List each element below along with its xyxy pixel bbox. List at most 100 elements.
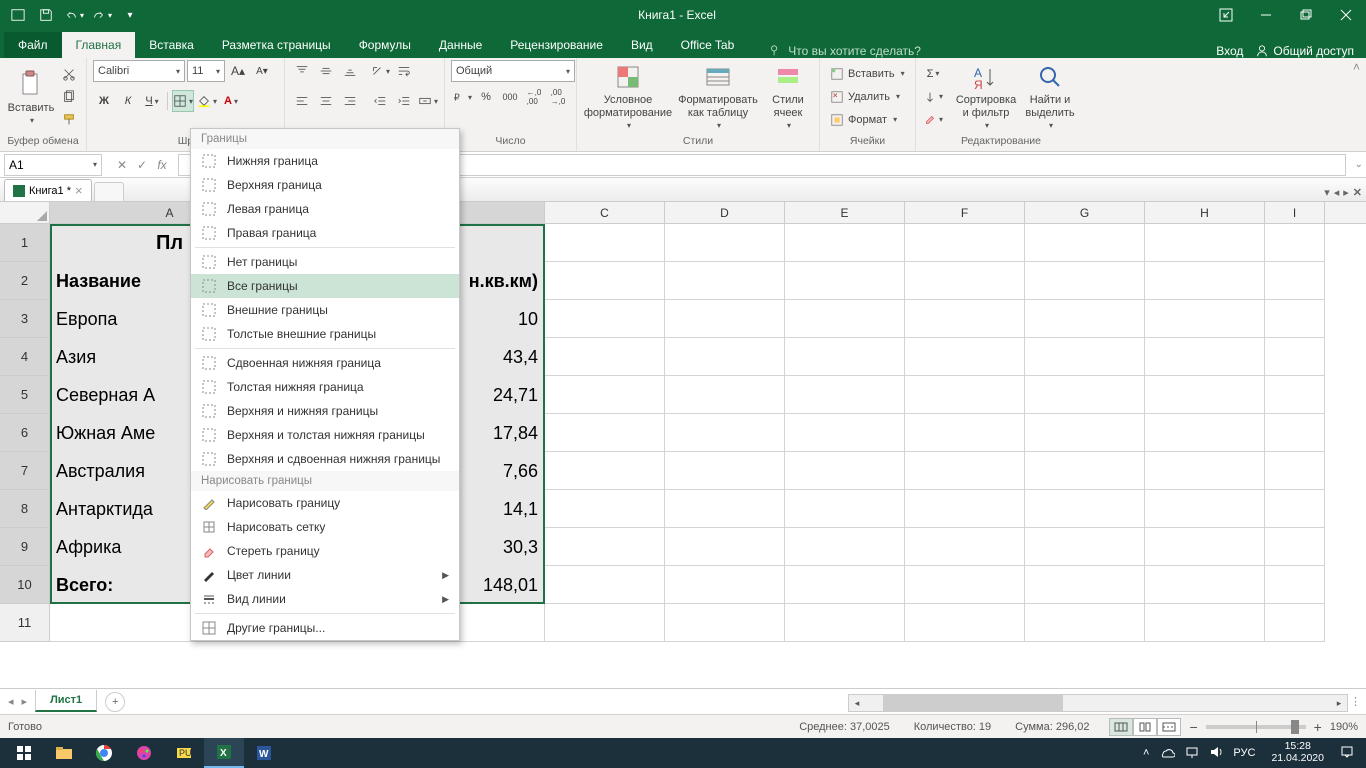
ribbon-display-options[interactable]	[1206, 1, 1246, 29]
cell-F1[interactable]	[905, 224, 1025, 262]
row-header-5[interactable]: 5	[0, 376, 50, 414]
tray-overflow[interactable]: ˄	[1143, 747, 1149, 759]
align-center[interactable]	[315, 90, 337, 112]
cell-D4[interactable]	[665, 338, 785, 376]
italic-button[interactable]: К	[117, 90, 139, 112]
tab-data[interactable]: Данные	[425, 32, 496, 58]
decrease-font-button[interactable]: A▾	[251, 60, 273, 82]
add-sheet-button[interactable]: +	[105, 692, 125, 712]
row-header-9[interactable]: 9	[0, 528, 50, 566]
cell-G11[interactable]	[1025, 604, 1145, 642]
task-excel[interactable]: X	[204, 738, 244, 768]
sort-filter-button[interactable]: АЯ Сортировка и фильтр▾	[954, 63, 1018, 131]
row-header-11[interactable]: 11	[0, 604, 50, 642]
tray-volume-icon[interactable]	[1209, 745, 1223, 762]
sheet-nav-first[interactable]: ◂	[8, 695, 14, 708]
file-tab[interactable]: Файл	[4, 32, 62, 58]
cell-H6[interactable]	[1145, 414, 1265, 452]
menu-item-border-4[interactable]: Нет границы	[191, 250, 459, 274]
cell-I4[interactable]	[1265, 338, 1325, 376]
cell-F4[interactable]	[905, 338, 1025, 376]
cell-G1[interactable]	[1025, 224, 1145, 262]
zoom-in[interactable]: +	[1314, 719, 1322, 735]
insert-function-button[interactable]: fx	[152, 158, 172, 172]
cell-H5[interactable]	[1145, 376, 1265, 414]
task-explorer[interactable]	[44, 738, 84, 768]
row-header-7[interactable]: 7	[0, 452, 50, 490]
tray-onedrive-icon[interactable]	[1159, 746, 1175, 761]
tray-network-icon[interactable]	[1185, 745, 1199, 762]
cell-G8[interactable]	[1025, 490, 1145, 528]
cell-G4[interactable]	[1025, 338, 1145, 376]
qat-customize[interactable]: ▾	[116, 1, 144, 29]
tab-review[interactable]: Рецензирование	[496, 32, 617, 58]
menu-item-border-11[interactable]: Верхняя и толстая нижняя границы	[191, 423, 459, 447]
increase-font-button[interactable]: A▴	[227, 60, 249, 82]
sheet-tab-1[interactable]: Лист1	[35, 690, 97, 712]
cell-G9[interactable]	[1025, 528, 1145, 566]
column-header-C[interactable]: C	[545, 202, 665, 223]
cell-C4[interactable]	[545, 338, 665, 376]
cut-button[interactable]	[58, 63, 80, 85]
row-header-8[interactable]: 8	[0, 490, 50, 528]
cell-I11[interactable]	[1265, 604, 1325, 642]
menu-item-border-3[interactable]: Правая граница	[191, 221, 459, 245]
cell-C11[interactable]	[545, 604, 665, 642]
tabs-options[interactable]: ▾	[1324, 186, 1330, 199]
cell-D10[interactable]	[665, 566, 785, 604]
cell-E11[interactable]	[785, 604, 905, 642]
column-header-F[interactable]: F	[905, 202, 1025, 223]
cell-C9[interactable]	[545, 528, 665, 566]
zoom-level[interactable]: 190%	[1330, 721, 1358, 733]
cell-F11[interactable]	[905, 604, 1025, 642]
paste-button[interactable]: Вставить▾	[6, 63, 56, 131]
column-header-I[interactable]: I	[1265, 202, 1325, 223]
cell-H3[interactable]	[1145, 300, 1265, 338]
cell-I8[interactable]	[1265, 490, 1325, 528]
cell-E4[interactable]	[785, 338, 905, 376]
font-color-button[interactable]: А▾	[220, 90, 242, 112]
row-header-6[interactable]: 6	[0, 414, 50, 452]
menu-item-border-18[interactable]: Другие границы...	[191, 616, 459, 640]
align-left[interactable]	[291, 90, 313, 112]
cell-G10[interactable]	[1025, 566, 1145, 604]
cell-H4[interactable]	[1145, 338, 1265, 376]
share-button[interactable]: Общий доступ	[1255, 44, 1354, 58]
clear-button[interactable]: ▾	[922, 109, 944, 131]
wrap-text-button[interactable]	[393, 60, 415, 82]
task-chrome[interactable]	[84, 738, 124, 768]
column-header-G[interactable]: G	[1025, 202, 1145, 223]
cell-D11[interactable]	[665, 604, 785, 642]
menu-item-border-13[interactable]: Нарисовать границу	[191, 491, 459, 515]
increase-decimal[interactable]: ←,0,00	[523, 86, 545, 108]
fill-color-button[interactable]: ▾	[196, 90, 218, 112]
cell-D3[interactable]	[665, 300, 785, 338]
cell-I3[interactable]	[1265, 300, 1325, 338]
row-header-2[interactable]: 2	[0, 262, 50, 300]
cell-E5[interactable]	[785, 376, 905, 414]
cell-I6[interactable]	[1265, 414, 1325, 452]
cell-I7[interactable]	[1265, 452, 1325, 490]
cell-C8[interactable]	[545, 490, 665, 528]
cell-H1[interactable]	[1145, 224, 1265, 262]
merge-center-button[interactable]: ▾	[417, 90, 439, 112]
menu-item-border-1[interactable]: Верхняя граница	[191, 173, 459, 197]
cell-D8[interactable]	[665, 490, 785, 528]
cell-H11[interactable]	[1145, 604, 1265, 642]
cell-I5[interactable]	[1265, 376, 1325, 414]
row-header-1[interactable]: 1	[0, 224, 50, 262]
format-cells-button[interactable]: Формат▾	[826, 109, 909, 131]
cell-E1[interactable]	[785, 224, 905, 262]
menu-item-border-7[interactable]: Толстые внешние границы	[191, 322, 459, 346]
task-word[interactable]: W	[244, 738, 284, 768]
fill-button[interactable]: ▾	[922, 86, 944, 108]
cell-H7[interactable]	[1145, 452, 1265, 490]
tab-page-layout[interactable]: Разметка страницы	[208, 32, 345, 58]
menu-item-border-5[interactable]: Все границы	[191, 274, 459, 298]
cell-C3[interactable]	[545, 300, 665, 338]
tabs-prev[interactable]: ◂	[1334, 186, 1340, 199]
cancel-formula-button[interactable]: ✕	[112, 158, 132, 172]
tab-insert[interactable]: Вставка	[135, 32, 208, 58]
cell-C10[interactable]	[545, 566, 665, 604]
format-as-table-button[interactable]: Форматировать как таблицу▾	[675, 63, 761, 131]
